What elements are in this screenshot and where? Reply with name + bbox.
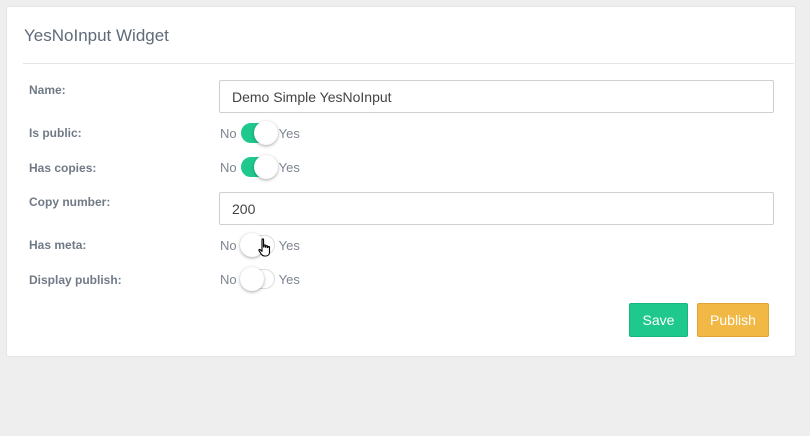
is-public-no-label: No — [220, 125, 237, 141]
has-meta-no-label: No — [220, 237, 237, 253]
display-publish-switch[interactable] — [239, 267, 275, 291]
is-public-label: Is public: — [29, 126, 82, 140]
name-input[interactable] — [219, 80, 774, 113]
has-copies-switch[interactable] — [240, 155, 278, 179]
title-divider — [23, 63, 794, 64]
switch-knob — [253, 155, 278, 179]
switch-knob — [239, 267, 264, 291]
has-meta-label: Has meta: — [29, 238, 87, 252]
has-copies-label: Has copies: — [29, 161, 97, 175]
save-button[interactable]: Save — [629, 303, 688, 337]
publish-button[interactable]: Publish — [697, 303, 769, 337]
display-publish-yes-label: Yes — [278, 271, 300, 287]
copy-number-input[interactable] — [219, 192, 774, 225]
has-meta-yes-label: Yes — [278, 237, 300, 253]
name-label: Name: — [29, 83, 66, 97]
has-copies-no-label: No — [220, 159, 237, 175]
display-publish-toggle-row: No Yes — [220, 266, 300, 292]
is-public-yes-label: Yes — [278, 125, 300, 141]
hand-pointer-icon — [258, 238, 271, 257]
display-publish-label: Display publish: — [29, 273, 122, 287]
widget-panel: YesNoInput Widget Name: Is public: No Ye… — [6, 6, 796, 357]
has-copies-toggle-row: No Yes — [220, 154, 300, 180]
display-publish-no-label: No — [220, 271, 237, 287]
is-public-switch[interactable] — [240, 121, 278, 145]
panel-title: YesNoInput Widget — [24, 26, 169, 45]
copy-number-label: Copy number: — [29, 195, 111, 209]
is-public-toggle-row: No Yes — [220, 120, 300, 146]
switch-knob — [253, 121, 278, 145]
has-copies-yes-label: Yes — [278, 159, 300, 175]
